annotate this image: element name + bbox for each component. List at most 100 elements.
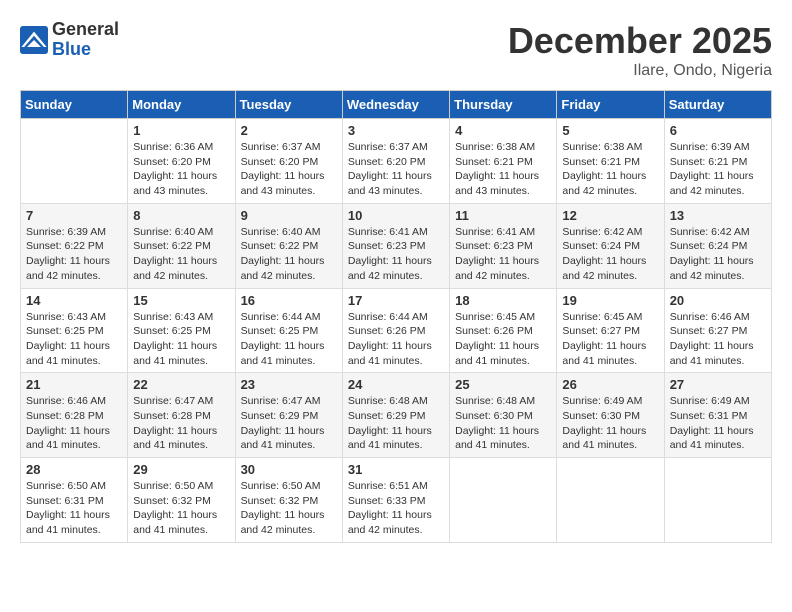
day-info: Sunrise: 6:48 AM Sunset: 6:30 PM Dayligh… — [455, 394, 551, 453]
calendar-cell: 28 Sunrise: 6:50 AM Sunset: 6:31 PM Dayli… — [21, 458, 128, 543]
day-number: 28 — [26, 462, 122, 477]
day-info: Sunrise: 6:42 AM Sunset: 6:24 PM Dayligh… — [670, 225, 766, 284]
day-number: 9 — [241, 208, 337, 223]
day-info: Sunrise: 6:37 AM Sunset: 6:20 PM Dayligh… — [348, 140, 444, 199]
calendar-cell: 3 Sunrise: 6:37 AM Sunset: 6:20 PM Daylig… — [342, 119, 449, 204]
day-info: Sunrise: 6:50 AM Sunset: 6:32 PM Dayligh… — [241, 479, 337, 538]
day-number: 18 — [455, 293, 551, 308]
day-number: 20 — [670, 293, 766, 308]
day-number: 2 — [241, 123, 337, 138]
calendar-cell: 2 Sunrise: 6:37 AM Sunset: 6:20 PM Daylig… — [235, 119, 342, 204]
day-info: Sunrise: 6:48 AM Sunset: 6:29 PM Dayligh… — [348, 394, 444, 453]
logo-icon — [20, 26, 48, 54]
day-number: 15 — [133, 293, 229, 308]
day-info: Sunrise: 6:38 AM Sunset: 6:21 PM Dayligh… — [562, 140, 658, 199]
calendar-cell: 30 Sunrise: 6:50 AM Sunset: 6:32 PM Dayli… — [235, 458, 342, 543]
day-header-monday: Monday — [128, 91, 235, 119]
day-number: 23 — [241, 377, 337, 392]
day-info: Sunrise: 6:40 AM Sunset: 6:22 PM Dayligh… — [241, 225, 337, 284]
day-number: 26 — [562, 377, 658, 392]
day-number: 30 — [241, 462, 337, 477]
day-info: Sunrise: 6:40 AM Sunset: 6:22 PM Dayligh… — [133, 225, 229, 284]
day-number: 16 — [241, 293, 337, 308]
day-number: 27 — [670, 377, 766, 392]
calendar-cell: 17Sunrise: 6:44 AM Sunset: 6:26 PM Dayli… — [342, 288, 449, 373]
day-number: 14 — [26, 293, 122, 308]
calendar-cell: 26 Sunrise: 6:49 AM Sunset: 6:30 PM Dayli… — [557, 373, 664, 458]
calendar-cell: 12 Sunrise: 6:42 AM Sunset: 6:24 PM Dayli… — [557, 203, 664, 288]
day-info: Sunrise: 6:44 AM Sunset: 6:25 PM Dayligh… — [241, 310, 337, 369]
day-number: 4 — [455, 123, 551, 138]
calendar-cell — [664, 458, 771, 543]
day-number: 5 — [562, 123, 658, 138]
calendar-cell: 23 Sunrise: 6:47 AM Sunset: 6:29 PM Dayli… — [235, 373, 342, 458]
day-info: Sunrise: 6:36 AM Sunset: 6:20 PM Dayligh… — [133, 140, 229, 199]
day-info: Sunrise: 6:43 AM Sunset: 6:25 PM Dayligh… — [26, 310, 122, 369]
day-number: 22 — [133, 377, 229, 392]
day-number: 3 — [348, 123, 444, 138]
day-info: Sunrise: 6:46 AM Sunset: 6:27 PM Dayligh… — [670, 310, 766, 369]
calendar-table: SundayMondayTuesdayWednesdayThursdayFrid… — [20, 90, 772, 543]
calendar-cell: 6 Sunrise: 6:39 AM Sunset: 6:21 PM Daylig… — [664, 119, 771, 204]
calendar-cell: 19Sunrise: 6:45 AM Sunset: 6:27 PM Dayli… — [557, 288, 664, 373]
day-info: Sunrise: 6:50 AM Sunset: 6:31 PM Dayligh… — [26, 479, 122, 538]
day-number: 6 — [670, 123, 766, 138]
day-header-wednesday: Wednesday — [342, 91, 449, 119]
calendar-cell: 18 Sunrise: 6:45 AM Sunset: 6:26 PM Dayli… — [450, 288, 557, 373]
day-info: Sunrise: 6:38 AM Sunset: 6:21 PM Dayligh… — [455, 140, 551, 199]
day-number: 13 — [670, 208, 766, 223]
day-info: Sunrise: 6:51 AM Sunset: 6:33 PM Dayligh… — [348, 479, 444, 538]
day-info: Sunrise: 6:45 AM Sunset: 6:26 PM Dayligh… — [455, 310, 551, 369]
day-info: Sunrise: 6:41 AM Sunset: 6:23 PM Dayligh… — [455, 225, 551, 284]
day-number: 12 — [562, 208, 658, 223]
calendar-cell: 27 Sunrise: 6:49 AM Sunset: 6:31 PM Dayli… — [664, 373, 771, 458]
calendar-cell: 21Sunrise: 6:46 AM Sunset: 6:28 PM Dayli… — [21, 373, 128, 458]
calendar-cell — [21, 119, 128, 204]
calendar-week-row: 14 Sunrise: 6:43 AM Sunset: 6:25 PM Dayli… — [21, 288, 772, 373]
day-header-tuesday: Tuesday — [235, 91, 342, 119]
calendar-cell: 16 Sunrise: 6:44 AM Sunset: 6:25 PM Dayli… — [235, 288, 342, 373]
day-info: Sunrise: 6:39 AM Sunset: 6:22 PM Dayligh… — [26, 225, 122, 284]
calendar-week-row: 7 Sunrise: 6:39 AM Sunset: 6:22 PM Daylig… — [21, 203, 772, 288]
day-number: 11 — [455, 208, 551, 223]
day-number: 1 — [133, 123, 229, 138]
day-info: Sunrise: 6:43 AM Sunset: 6:25 PM Dayligh… — [133, 310, 229, 369]
day-info: Sunrise: 6:49 AM Sunset: 6:30 PM Dayligh… — [562, 394, 658, 453]
calendar-cell: 4 Sunrise: 6:38 AM Sunset: 6:21 PM Daylig… — [450, 119, 557, 204]
day-info: Sunrise: 6:41 AM Sunset: 6:23 PM Dayligh… — [348, 225, 444, 284]
day-number: 7 — [26, 208, 122, 223]
calendar-cell: 25 Sunrise: 6:48 AM Sunset: 6:30 PM Dayli… — [450, 373, 557, 458]
calendar-cell — [450, 458, 557, 543]
day-info: Sunrise: 6:42 AM Sunset: 6:24 PM Dayligh… — [562, 225, 658, 284]
calendar-cell: 22Sunrise: 6:47 AM Sunset: 6:28 PM Dayli… — [128, 373, 235, 458]
calendar-cell: 9 Sunrise: 6:40 AM Sunset: 6:22 PM Daylig… — [235, 203, 342, 288]
day-info: Sunrise: 6:50 AM Sunset: 6:32 PM Dayligh… — [133, 479, 229, 538]
day-number: 25 — [455, 377, 551, 392]
day-number: 24 — [348, 377, 444, 392]
calendar-cell: 13 Sunrise: 6:42 AM Sunset: 6:24 PM Dayli… — [664, 203, 771, 288]
calendar-week-row: 21Sunrise: 6:46 AM Sunset: 6:28 PM Dayli… — [21, 373, 772, 458]
day-number: 10 — [348, 208, 444, 223]
calendar-cell: 24 Sunrise: 6:48 AM Sunset: 6:29 PM Dayli… — [342, 373, 449, 458]
calendar-cell: 14 Sunrise: 6:43 AM Sunset: 6:25 PM Dayli… — [21, 288, 128, 373]
calendar-cell: 5 Sunrise: 6:38 AM Sunset: 6:21 PM Daylig… — [557, 119, 664, 204]
day-info: Sunrise: 6:44 AM Sunset: 6:26 PM Dayligh… — [348, 310, 444, 369]
day-header-thursday: Thursday — [450, 91, 557, 119]
calendar-cell: 11 Sunrise: 6:41 AM Sunset: 6:23 PM Dayli… — [450, 203, 557, 288]
calendar-cell: 7 Sunrise: 6:39 AM Sunset: 6:22 PM Daylig… — [21, 203, 128, 288]
logo-general: General — [52, 20, 119, 40]
day-info: Sunrise: 6:37 AM Sunset: 6:20 PM Dayligh… — [241, 140, 337, 199]
calendar-cell — [557, 458, 664, 543]
calendar-cell: 8Sunrise: 6:40 AM Sunset: 6:22 PM Daylig… — [128, 203, 235, 288]
calendar-week-row: 28 Sunrise: 6:50 AM Sunset: 6:31 PM Dayli… — [21, 458, 772, 543]
day-number: 29 — [133, 462, 229, 477]
day-info: Sunrise: 6:47 AM Sunset: 6:29 PM Dayligh… — [241, 394, 337, 453]
title-section: December 2025 Ilare, Ondo, Nigeria — [508, 20, 772, 80]
day-info: Sunrise: 6:39 AM Sunset: 6:21 PM Dayligh… — [670, 140, 766, 199]
day-number: 31 — [348, 462, 444, 477]
location: Ilare, Ondo, Nigeria — [508, 62, 772, 80]
logo-text: General Blue — [52, 20, 119, 60]
calendar-cell: 20 Sunrise: 6:46 AM Sunset: 6:27 PM Dayli… — [664, 288, 771, 373]
logo: General Blue — [20, 20, 119, 60]
day-info: Sunrise: 6:49 AM Sunset: 6:31 PM Dayligh… — [670, 394, 766, 453]
